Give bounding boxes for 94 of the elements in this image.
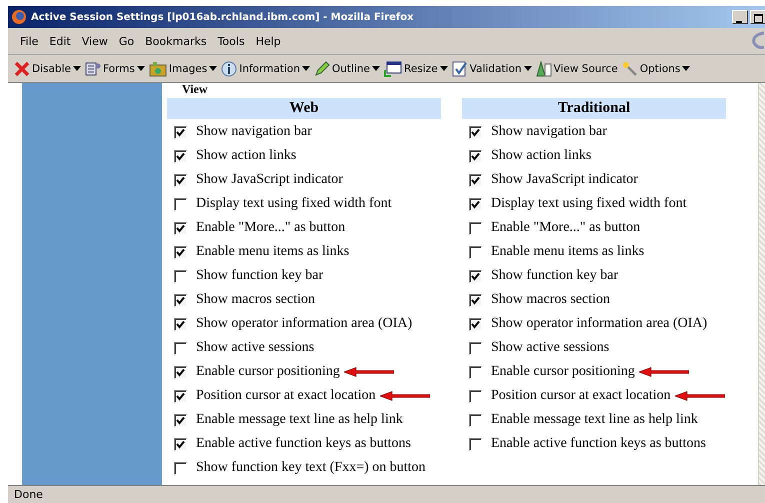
checkbox[interactable]: [174, 390, 187, 402]
toolbar-button[interactable]: View Source: [534, 60, 620, 76]
option-label[interactable]: Enable cursor positioning: [491, 364, 635, 380]
column-heading: Web: [167, 98, 441, 119]
wand-icon: [622, 60, 638, 76]
option-label[interactable]: Position cursor at exact location: [196, 388, 376, 404]
option-label[interactable]: Show macros section: [491, 292, 610, 308]
option-label[interactable]: Enable active function keys as buttons: [491, 436, 706, 452]
option-label[interactable]: Show macros section: [196, 292, 315, 308]
form-icon: [84, 60, 101, 76]
option-label[interactable]: Enable active function keys as buttons: [196, 436, 411, 452]
option-label[interactable]: Display text using fixed width font: [491, 196, 687, 212]
document-icon: [536, 60, 552, 76]
checkbox[interactable]: [174, 126, 187, 138]
image-icon: [148, 60, 167, 76]
column-heading: Traditional: [462, 98, 726, 119]
option-label[interactable]: Enable cursor positioning: [196, 364, 340, 380]
maximize-button[interactable]: [750, 10, 765, 24]
checkbox[interactable]: [174, 438, 187, 450]
arrow-annotation: [674, 391, 725, 401]
option-label[interactable]: Enable menu items as links: [196, 244, 350, 260]
checkbox[interactable]: [469, 318, 482, 330]
option-label[interactable]: Show function key bar: [491, 268, 618, 284]
toolbar-button[interactable]: Images: [146, 60, 220, 76]
pencil-icon: [314, 60, 330, 76]
toolbar-button[interactable]: Information: [219, 60, 312, 76]
menu-item[interactable]: Edit: [47, 34, 80, 48]
checkbox[interactable]: [469, 174, 482, 186]
option-label[interactable]: Show active sessions: [491, 340, 610, 356]
caret-icon: [136, 66, 145, 71]
option-label[interactable]: Show operator information area (OIA): [196, 316, 412, 332]
option-label[interactable]: Enable message text line as help link: [196, 412, 403, 428]
option-label[interactable]: Show function key bar: [196, 268, 324, 284]
option-label[interactable]: Show navigation bar: [491, 124, 607, 140]
caret-icon: [302, 66, 310, 71]
info-icon: [221, 60, 238, 76]
status-text: Done: [14, 488, 43, 501]
toolbar-button[interactable]: Outline: [312, 60, 382, 76]
toolbar-button[interactable]: Options: [620, 60, 692, 76]
option-label[interactable]: Display text using fixed width font: [196, 196, 392, 212]
menu-item[interactable]: Bookmarks: [143, 34, 216, 48]
throbber-icon: [750, 31, 764, 49]
option-label[interactable]: Show JavaScript indicator: [196, 172, 343, 188]
menu-item[interactable]: Go: [116, 34, 144, 48]
menu-item[interactable]: Help: [254, 34, 290, 48]
option-label[interactable]: Show JavaScript indicator: [491, 172, 638, 188]
window-title: Active Session Settings [lp016ab.rchland.ibm.com] - Mozilla Firefox: [31, 12, 415, 22]
arrow-annotation: [638, 367, 689, 377]
caret-icon: [440, 66, 448, 71]
checkbox[interactable]: [174, 222, 187, 234]
checkbox[interactable]: [469, 150, 482, 162]
minimize-button[interactable]: [732, 10, 748, 24]
caret-icon: [682, 66, 690, 71]
checkbox[interactable]: [174, 294, 187, 306]
arrow-annotation: [344, 367, 394, 377]
menu-item[interactable]: Tools: [216, 34, 254, 48]
option-label[interactable]: Show navigation bar: [196, 124, 312, 140]
option-label[interactable]: Show action links: [196, 148, 296, 164]
caret-icon: [209, 66, 218, 71]
menu-item[interactable]: View: [80, 34, 117, 48]
caret-icon: [372, 66, 380, 71]
toolbar-button[interactable]: Validation: [450, 60, 534, 76]
globe-icon: [11, 9, 27, 25]
checkbox[interactable]: [174, 318, 187, 330]
option-label[interactable]: Show operator information area (OIA): [491, 316, 708, 332]
menu-item[interactable]: File: [18, 34, 48, 48]
maximize-icon: [754, 14, 762, 23]
caret-icon: [72, 66, 81, 71]
toolbar-button[interactable]: Disable: [12, 60, 83, 76]
option-label[interactable]: Enable menu items as links: [491, 244, 644, 260]
checkbox[interactable]: [469, 126, 482, 138]
option-label[interactable]: Show action links: [491, 148, 592, 164]
caret-icon: [524, 66, 532, 71]
option-label[interactable]: Show active sessions: [196, 340, 314, 356]
toolbar-button[interactable]: Resize: [382, 60, 450, 76]
checkbox[interactable]: [469, 198, 482, 210]
option-label[interactable]: Show function key text (Fxx=) on button: [196, 460, 426, 476]
checkbox[interactable]: [174, 174, 187, 186]
checkbox[interactable]: [174, 246, 187, 258]
checkbox[interactable]: [174, 150, 187, 162]
checklist-icon: [452, 60, 468, 76]
section-heading: View: [182, 83, 209, 95]
option-label[interactable]: Enable message text line as help link: [491, 412, 698, 428]
checkbox[interactable]: [174, 366, 187, 378]
resize-icon: [384, 60, 402, 76]
checkbox[interactable]: [469, 270, 482, 282]
checkbox[interactable]: [469, 294, 482, 306]
checkbox[interactable]: [174, 414, 187, 426]
option-label[interactable]: Position cursor at exact location: [491, 388, 671, 404]
option-label[interactable]: Enable "More..." as button: [491, 220, 640, 236]
cross-icon: [14, 60, 30, 76]
toolbar-button[interactable]: Forms: [82, 60, 147, 76]
option-label[interactable]: Enable "More..." as button: [196, 220, 346, 236]
arrow-annotation: [380, 391, 430, 401]
